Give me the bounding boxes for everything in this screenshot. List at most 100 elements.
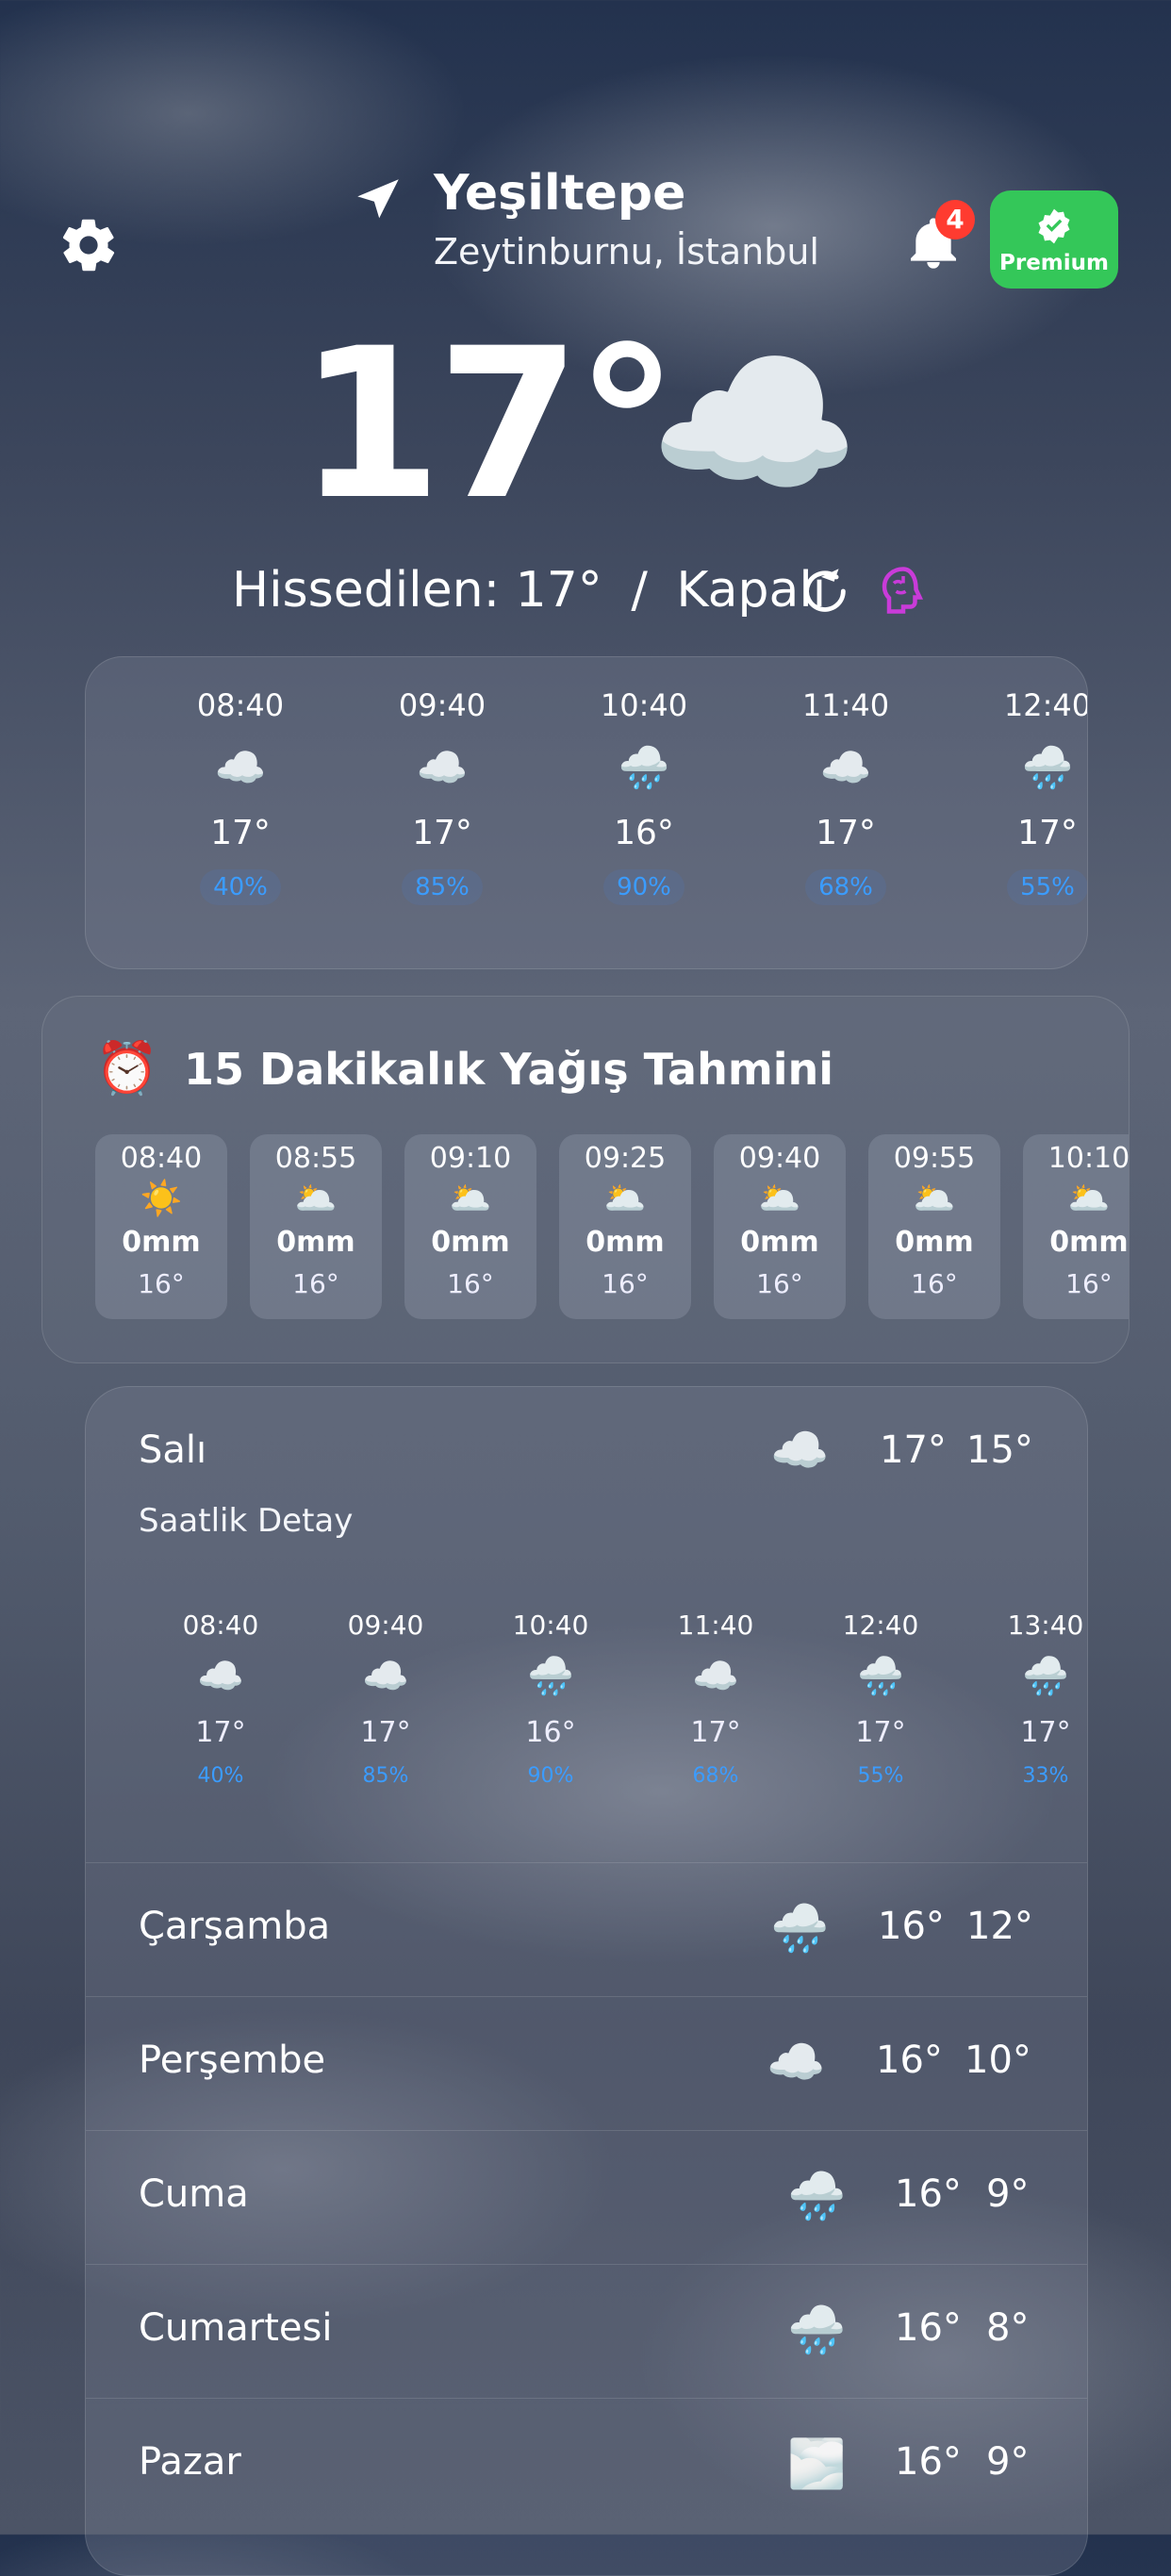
- precip-weather-icon: 🌥️: [758, 1180, 801, 1218]
- current-weather-icon: ☁️: [649, 325, 861, 522]
- hourly-weather-icon: ☁️: [214, 744, 267, 792]
- day-name: Salı: [139, 1428, 207, 1472]
- settings-button[interactable]: [53, 209, 124, 281]
- detail-weather-icon: ☁️: [197, 1655, 244, 1698]
- precip-weather-icon: 🌥️: [603, 1180, 647, 1218]
- location-subtitle: Zeytinburnu, İstanbul: [434, 231, 819, 272]
- hourly-weather-icon: 🌧️: [1021, 744, 1074, 792]
- precip-temp: 16°: [292, 1268, 339, 1299]
- precip-temp: 16°: [911, 1268, 958, 1299]
- day-high-temp: 16°: [895, 2172, 962, 2216]
- day-row-today[interactable]: Salı ☁️ 17° 15° Saatlik Detay 08:40 ☁️ 1…: [86, 1387, 1087, 1858]
- condition-separator: /: [631, 562, 648, 619]
- detail-time: 11:40: [677, 1610, 754, 1641]
- location-arrow-icon: [357, 179, 399, 219]
- hourly-temp: 17°: [816, 814, 876, 852]
- hourly-time: 08:40: [196, 687, 285, 723]
- hourly-time: 11:40: [801, 687, 890, 723]
- hourly-precip-chance: 40%: [200, 869, 281, 905]
- day-row[interactable]: Cuma 🌧️ 16° 9°: [86, 2130, 1087, 2265]
- precip-title: 15 Dakikalık Yağış Tahmini: [184, 1044, 834, 1095]
- precip-tile: 09:55 🌥️ 0mm 16°: [868, 1134, 1000, 1319]
- hourly-precip-chance: 85%: [402, 869, 483, 905]
- location-header[interactable]: Yeşiltepe Zeytinburnu, İstanbul: [351, 165, 841, 288]
- precip-time: 09:40: [738, 1142, 821, 1175]
- hourly-detail-label: Saatlik Detay: [139, 1502, 354, 1540]
- precip-amount: 0mm: [586, 1226, 665, 1259]
- precip-temp: 16°: [602, 1268, 649, 1299]
- day-weather-icon: 🌫️: [787, 2436, 847, 2491]
- hourly-precip-chance: 90%: [603, 869, 684, 905]
- hourly-item: 08:40 ☁️ 17° 40%: [165, 687, 316, 905]
- precip-tile: 09:10 🌥️ 0mm 16°: [404, 1134, 536, 1319]
- day-high-temp: 16°: [876, 2039, 943, 2082]
- hourly-temp: 16°: [614, 814, 674, 852]
- hourly-temp: 17°: [1017, 814, 1078, 852]
- day-weather-icon: 🌧️: [770, 1901, 830, 1956]
- detail-time: 12:40: [842, 1610, 919, 1641]
- day-low-temp: 9°: [986, 2172, 1030, 2216]
- detail-hour-item: 10:40 🌧️ 16° 90%: [480, 1610, 621, 1788]
- detail-precip-chance: 33%: [1022, 1764, 1069, 1788]
- hourly-weather-icon: ☁️: [819, 744, 872, 792]
- hourly-item: 10:40 🌧️ 16° 90%: [569, 687, 719, 905]
- detail-precip-chance: 55%: [857, 1764, 904, 1788]
- detail-hour-item: 12:40 🌧️ 17° 55%: [810, 1610, 951, 1788]
- notifications-button[interactable]: 4: [896, 200, 975, 281]
- day-row[interactable]: Cumartesi 🌧️ 16° 8°: [86, 2264, 1087, 2399]
- precip-tile: 09:40 🌥️ 0mm 16°: [714, 1134, 846, 1319]
- precip-temp: 16°: [1065, 1268, 1113, 1299]
- day-row[interactable]: Pazar 🌫️ 16° 9°: [86, 2398, 1087, 2533]
- precip-amount: 0mm: [740, 1226, 819, 1259]
- day-high-temp: 16°: [878, 1905, 945, 1948]
- detail-precip-chance: 68%: [692, 1764, 739, 1788]
- feels-like-row: Hissedilen: 17° / Kapalı: [232, 562, 948, 628]
- detail-temp: 17°: [855, 1716, 906, 1749]
- detail-weather-icon: ☁️: [692, 1655, 739, 1698]
- precip-amount: 0mm: [1049, 1226, 1129, 1259]
- refresh-icon[interactable]: [798, 564, 852, 619]
- day-row[interactable]: Perşembe ☁️ 16° 10°: [86, 1996, 1087, 2131]
- day-high-temp: 16°: [895, 2306, 962, 2350]
- precip-tile: 10:10 🌥️ 0mm 16°: [1023, 1134, 1130, 1319]
- day-low-temp: 8°: [986, 2306, 1030, 2350]
- location-name: Yeşiltepe: [434, 165, 686, 222]
- precip-time: 08:55: [274, 1142, 357, 1175]
- precip-temp: 16°: [447, 1268, 494, 1299]
- hourly-precip-chance: 55%: [1007, 869, 1087, 905]
- brain-icon[interactable]: [875, 562, 932, 619]
- day-low-temp: 10°: [965, 2039, 1031, 2082]
- precip-time: 09:10: [429, 1142, 512, 1175]
- precip-amount: 0mm: [122, 1226, 201, 1259]
- hourly-weather-icon: ☁️: [416, 744, 469, 792]
- detail-time: 13:40: [1007, 1610, 1084, 1641]
- detail-hour-item: 11:40 ☁️ 17° 68%: [645, 1610, 786, 1788]
- day-weather-icon: ☁️: [770, 1423, 830, 1478]
- detail-weather-icon: ☁️: [362, 1655, 409, 1698]
- precip-weather-icon: 🌥️: [294, 1180, 338, 1218]
- detail-temp: 17°: [690, 1716, 741, 1749]
- precip-time: 10:10: [1047, 1142, 1130, 1175]
- day-name: Pazar: [139, 2440, 241, 2484]
- precip-tile: 08:40 ☀️ 0mm 16°: [95, 1134, 227, 1319]
- current-temperature: 17°: [298, 304, 679, 545]
- gear-icon: [62, 219, 115, 272]
- detail-time: 10:40: [512, 1610, 589, 1641]
- detail-temp: 17°: [1020, 1716, 1071, 1749]
- hourly-forecast-panel[interactable]: 08:40 ☁️ 17° 40% 09:40 ☁️ 17° 85% 10:40 …: [85, 656, 1088, 969]
- premium-label: Premium: [999, 251, 1109, 275]
- day-weather-icon: 🌧️: [787, 2169, 847, 2223]
- detail-hour-item: 08:40 ☁️ 17° 40%: [150, 1610, 291, 1788]
- detail-precip-chance: 85%: [362, 1764, 409, 1788]
- detail-precip-chance: 40%: [197, 1764, 244, 1788]
- day-name: Cuma: [139, 2172, 249, 2216]
- day-low-temp: 9°: [986, 2440, 1030, 2484]
- detail-weather-icon: 🌧️: [1022, 1655, 1069, 1698]
- day-row[interactable]: Çarşamba 🌧️ 16° 12°: [86, 1862, 1087, 1997]
- precip-weather-icon: 🌥️: [913, 1180, 956, 1218]
- premium-button[interactable]: Premium: [990, 190, 1118, 289]
- precip-temp: 16°: [138, 1268, 185, 1299]
- precip-forecast-panel[interactable]: ⏰ 15 Dakikalık Yağış Tahmini 08:40 ☀️ 0m…: [41, 996, 1130, 1363]
- alarm-clock-icon: ⏰: [95, 1038, 159, 1098]
- notification-badge: 4: [935, 200, 975, 239]
